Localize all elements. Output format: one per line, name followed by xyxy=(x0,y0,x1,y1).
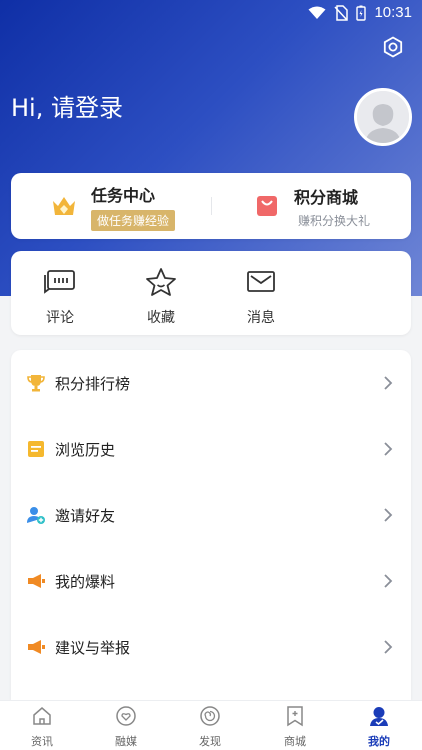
star-icon xyxy=(146,268,176,296)
quick-label: 消息 xyxy=(247,310,275,326)
quick-favorites[interactable]: 收藏 xyxy=(131,267,191,327)
tab-mall[interactable]: 商城 xyxy=(253,705,337,749)
tab-label: 商城 xyxy=(284,735,306,748)
menu-item-label: 我的爆料 xyxy=(55,572,116,591)
comment-icon xyxy=(44,270,75,294)
shopping-bag-icon xyxy=(257,196,277,216)
tab-news[interactable]: 资讯 xyxy=(0,705,84,749)
wifi-icon xyxy=(308,6,326,19)
crown-icon xyxy=(53,197,75,215)
quick-actions-card: 评论 收藏 消息 xyxy=(11,251,411,335)
discover-icon xyxy=(200,706,220,726)
menu-item-my-tips[interactable]: 我的爆料 xyxy=(11,548,411,614)
invite-icon xyxy=(27,507,45,524)
no-sim-icon xyxy=(334,4,349,21)
quick-comment[interactable]: 评论 xyxy=(30,267,90,327)
chevron-right-icon xyxy=(384,640,393,654)
avatar[interactable] xyxy=(354,88,412,146)
menu-item-label: 建议与举报 xyxy=(55,638,131,657)
tab-profile[interactable]: 我的 xyxy=(337,705,421,749)
menu-item-label: 浏览历史 xyxy=(55,440,116,459)
chevron-right-icon xyxy=(384,508,393,522)
settings-gear-icon[interactable] xyxy=(382,36,404,58)
battery-icon xyxy=(356,5,367,21)
tab-label: 我的 xyxy=(368,735,390,748)
quick-messages[interactable]: 消息 xyxy=(231,267,291,327)
quick-label: 收藏 xyxy=(147,310,175,326)
points-mall-title: 积分商城 xyxy=(294,187,359,207)
media-icon xyxy=(116,706,136,726)
menu-item-label: 积分排行榜 xyxy=(55,374,131,393)
task-center-title: 任务中心 xyxy=(91,185,156,205)
tab-label: 资讯 xyxy=(31,735,53,748)
menu-item-points-ranking[interactable]: 积分排行榜 xyxy=(11,350,411,416)
default-avatar-icon xyxy=(357,91,409,143)
trophy-icon xyxy=(27,375,45,392)
divider xyxy=(211,197,212,215)
status-time: 10:31 xyxy=(374,4,412,21)
history-icon xyxy=(28,441,44,457)
tab-media[interactable]: 融媒 xyxy=(84,705,168,749)
login-greeting[interactable]: Hi, 请登录 xyxy=(11,88,123,123)
points-mall-entry[interactable]: 积分商城 赚积分换大礼 xyxy=(254,173,370,239)
quick-label: 评论 xyxy=(46,310,74,326)
tab-label: 发现 xyxy=(199,735,221,748)
tip-icon xyxy=(28,574,45,588)
task-center-badge: 做任务赚经验 xyxy=(91,209,176,231)
chevron-right-icon xyxy=(384,574,393,588)
feature-card: 任务中心 做任务赚经验 积分商城 赚积分换大礼 xyxy=(11,173,411,239)
mail-icon xyxy=(247,271,275,292)
menu-item-invite-friends[interactable]: 邀请好友 xyxy=(11,482,411,548)
chevron-right-icon xyxy=(384,376,393,390)
bottom-tab-bar: 资讯 融媒 发现 商城 我的 xyxy=(0,700,422,750)
menu-item-label: 邀请好友 xyxy=(55,506,116,525)
home-icon xyxy=(33,707,51,725)
tab-label: 融媒 xyxy=(115,735,137,748)
menu-item-browsing-history[interactable]: 浏览历史 xyxy=(11,416,411,482)
report-icon xyxy=(28,640,45,654)
tab-discover[interactable]: 发现 xyxy=(168,705,252,749)
mall-icon xyxy=(287,706,303,727)
chevron-right-icon xyxy=(384,442,393,456)
task-center-entry[interactable]: 任务中心 做任务赚经验 xyxy=(51,173,176,239)
profile-icon xyxy=(370,707,388,726)
menu-item-feedback-report[interactable]: 建议与举报 xyxy=(11,614,411,680)
status-bar: 10:31 xyxy=(0,0,422,26)
points-mall-subtitle: 赚积分换大礼 xyxy=(298,213,371,228)
menu-list: 积分排行榜 浏览历史 邀请好友 我的爆料 建议与举报 xyxy=(11,350,411,700)
